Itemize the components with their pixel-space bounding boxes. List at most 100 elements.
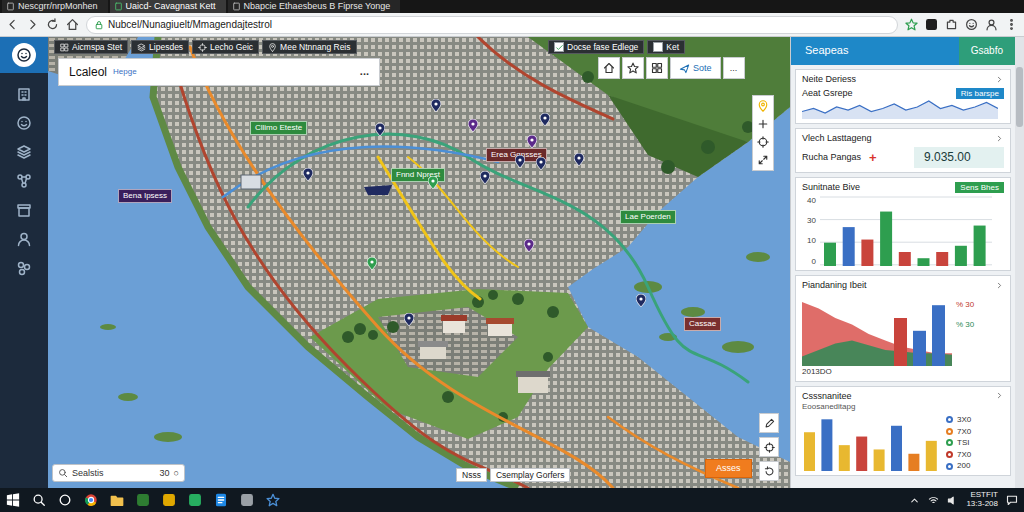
action-checkbox[interactable] bbox=[653, 42, 663, 52]
map-view[interactable]: Aicmspa StetLipesdesLecho GeicMee Ntnnan… bbox=[48, 37, 790, 488]
star-button[interactable] bbox=[905, 18, 918, 31]
map-pin[interactable] bbox=[540, 113, 550, 126]
pencil-button[interactable] bbox=[759, 413, 779, 433]
clock[interactable]: ESTFIT13:3-208 bbox=[966, 491, 998, 509]
sidebar-item[interactable] bbox=[16, 173, 32, 189]
map-pin[interactable] bbox=[524, 239, 534, 252]
face-button[interactable] bbox=[965, 18, 978, 31]
map-label[interactable]: Cassae bbox=[684, 317, 721, 331]
browser-tab[interactable]: Nescgrr/nrpMonhen bbox=[2, 0, 108, 13]
clear-button[interactable]: ○ bbox=[174, 468, 179, 479]
rotate-button[interactable] bbox=[759, 461, 779, 481]
folder-taskbar-button[interactable] bbox=[110, 493, 124, 507]
scrollbar[interactable] bbox=[1015, 37, 1024, 488]
taskview-taskbar-button[interactable] bbox=[58, 493, 72, 507]
sidebar-item[interactable] bbox=[16, 144, 32, 160]
user-button[interactable] bbox=[985, 18, 998, 31]
app-button[interactable] bbox=[925, 18, 938, 31]
map-pin[interactable] bbox=[431, 99, 441, 112]
panel-tab[interactable]: Seapeas bbox=[791, 37, 959, 65]
pin-button[interactable] bbox=[757, 100, 769, 112]
sidebar-item[interactable] bbox=[16, 115, 32, 131]
map-label[interactable]: Bena Ipsess bbox=[118, 189, 172, 203]
app-taskbar-button[interactable] bbox=[240, 493, 254, 507]
app-icon bbox=[925, 18, 938, 31]
star-taskbar-button[interactable] bbox=[266, 493, 280, 507]
more-button[interactable] bbox=[1005, 18, 1018, 31]
target-button[interactable] bbox=[757, 136, 769, 148]
map-label[interactable]: Cllimo Eteste bbox=[250, 121, 307, 135]
layer-button[interactable]: Lecho Geic bbox=[192, 40, 259, 54]
app-taskbar-button[interactable] bbox=[162, 493, 176, 507]
chart-bar bbox=[843, 227, 855, 266]
map-label[interactable]: Lae Poerden bbox=[620, 210, 676, 224]
action-button[interactable]: Ket bbox=[647, 40, 685, 54]
wifi-tray-button[interactable] bbox=[928, 495, 939, 506]
browser-tab[interactable]: Nbapcie Ethaesbeus B Fiprse Yonge bbox=[228, 0, 401, 13]
map-pin[interactable] bbox=[468, 119, 478, 132]
browser-taskbar-button[interactable] bbox=[84, 493, 98, 507]
map-button[interactable]: Csemplay Gorfers bbox=[490, 468, 571, 482]
action-button[interactable]: Docse fase Edlege bbox=[548, 40, 644, 54]
url-field[interactable]: Nubcel/Nunagiuelt/Mmagendajtestrol bbox=[86, 16, 898, 34]
target-button[interactable] bbox=[759, 437, 779, 457]
map-pin[interactable] bbox=[536, 157, 546, 170]
expand-button[interactable] bbox=[757, 154, 769, 166]
map-pin[interactable] bbox=[527, 135, 537, 148]
location-panel[interactable]: LcaleolHepge... bbox=[58, 58, 380, 86]
scroll-thumb[interactable] bbox=[1016, 67, 1023, 127]
windows-taskbar-button[interactable] bbox=[6, 493, 20, 507]
sidebar-item[interactable] bbox=[16, 86, 32, 102]
app-logo[interactable] bbox=[0, 37, 48, 73]
legend-label: TSI bbox=[957, 438, 969, 448]
route-tool[interactable]: Sote bbox=[670, 57, 721, 79]
caret-tray-button[interactable] bbox=[909, 495, 920, 506]
layer-button[interactable]: Mee Ntnnang Reis bbox=[262, 40, 356, 54]
back-button[interactable] bbox=[6, 18, 19, 31]
action-label: Ket bbox=[666, 42, 679, 52]
location-subtitle[interactable]: Hepge bbox=[113, 67, 137, 77]
document-taskbar-button[interactable] bbox=[214, 493, 228, 507]
notification-button[interactable] bbox=[1006, 494, 1018, 506]
app-taskbar-button[interactable] bbox=[188, 493, 202, 507]
map-pin[interactable] bbox=[515, 155, 525, 168]
layer-button[interactable]: Aicmspa Stet bbox=[54, 40, 128, 54]
map-pin[interactable] bbox=[404, 313, 414, 326]
search-value[interactable]: Sealstis bbox=[72, 468, 104, 479]
more-tool[interactable]: ... bbox=[723, 57, 745, 79]
grid-tool[interactable] bbox=[646, 57, 668, 79]
app-taskbar-button[interactable] bbox=[136, 493, 150, 507]
map-pin[interactable] bbox=[303, 168, 313, 181]
star-tool[interactable] bbox=[622, 57, 644, 79]
map-pin[interactable] bbox=[480, 171, 490, 184]
layer-button[interactable]: Lipesdes bbox=[131, 40, 189, 54]
map-pin[interactable] bbox=[574, 153, 584, 166]
extension-button[interactable] bbox=[945, 18, 958, 31]
map-pin[interactable] bbox=[428, 176, 438, 189]
refresh-button[interactable] bbox=[46, 18, 59, 31]
sidebar-item[interactable] bbox=[16, 202, 32, 218]
plus-button[interactable] bbox=[757, 118, 769, 130]
map-pin[interactable] bbox=[636, 294, 646, 307]
search-taskbar-button[interactable] bbox=[32, 493, 46, 507]
action-checkbox[interactable] bbox=[554, 42, 564, 52]
browser-tab[interactable]: Uaicd- Cavagnast Kett bbox=[110, 0, 226, 13]
map-canvas[interactable] bbox=[48, 37, 790, 488]
speaker-tray-button[interactable] bbox=[947, 495, 958, 506]
tick-label: 0 bbox=[802, 257, 816, 267]
panel-tab[interactable]: Gsabfo bbox=[959, 37, 1015, 65]
home-tool[interactable] bbox=[598, 57, 620, 79]
add-button[interactable]: + bbox=[869, 150, 877, 166]
page-icon bbox=[6, 2, 15, 11]
home-button[interactable] bbox=[66, 18, 79, 31]
primary-button[interactable]: Asses bbox=[705, 459, 752, 478]
map-pin[interactable] bbox=[367, 257, 377, 270]
map-pin[interactable] bbox=[375, 123, 385, 136]
panel-menu[interactable]: ... bbox=[360, 65, 369, 78]
sidebar-item[interactable] bbox=[16, 260, 32, 276]
sidebar-item[interactable] bbox=[16, 231, 32, 247]
map-search[interactable]: Sealstis30○ bbox=[52, 464, 185, 482]
fwd-button[interactable] bbox=[26, 18, 39, 31]
map-button[interactable]: Nsss bbox=[456, 468, 487, 482]
check-icon bbox=[555, 43, 564, 52]
